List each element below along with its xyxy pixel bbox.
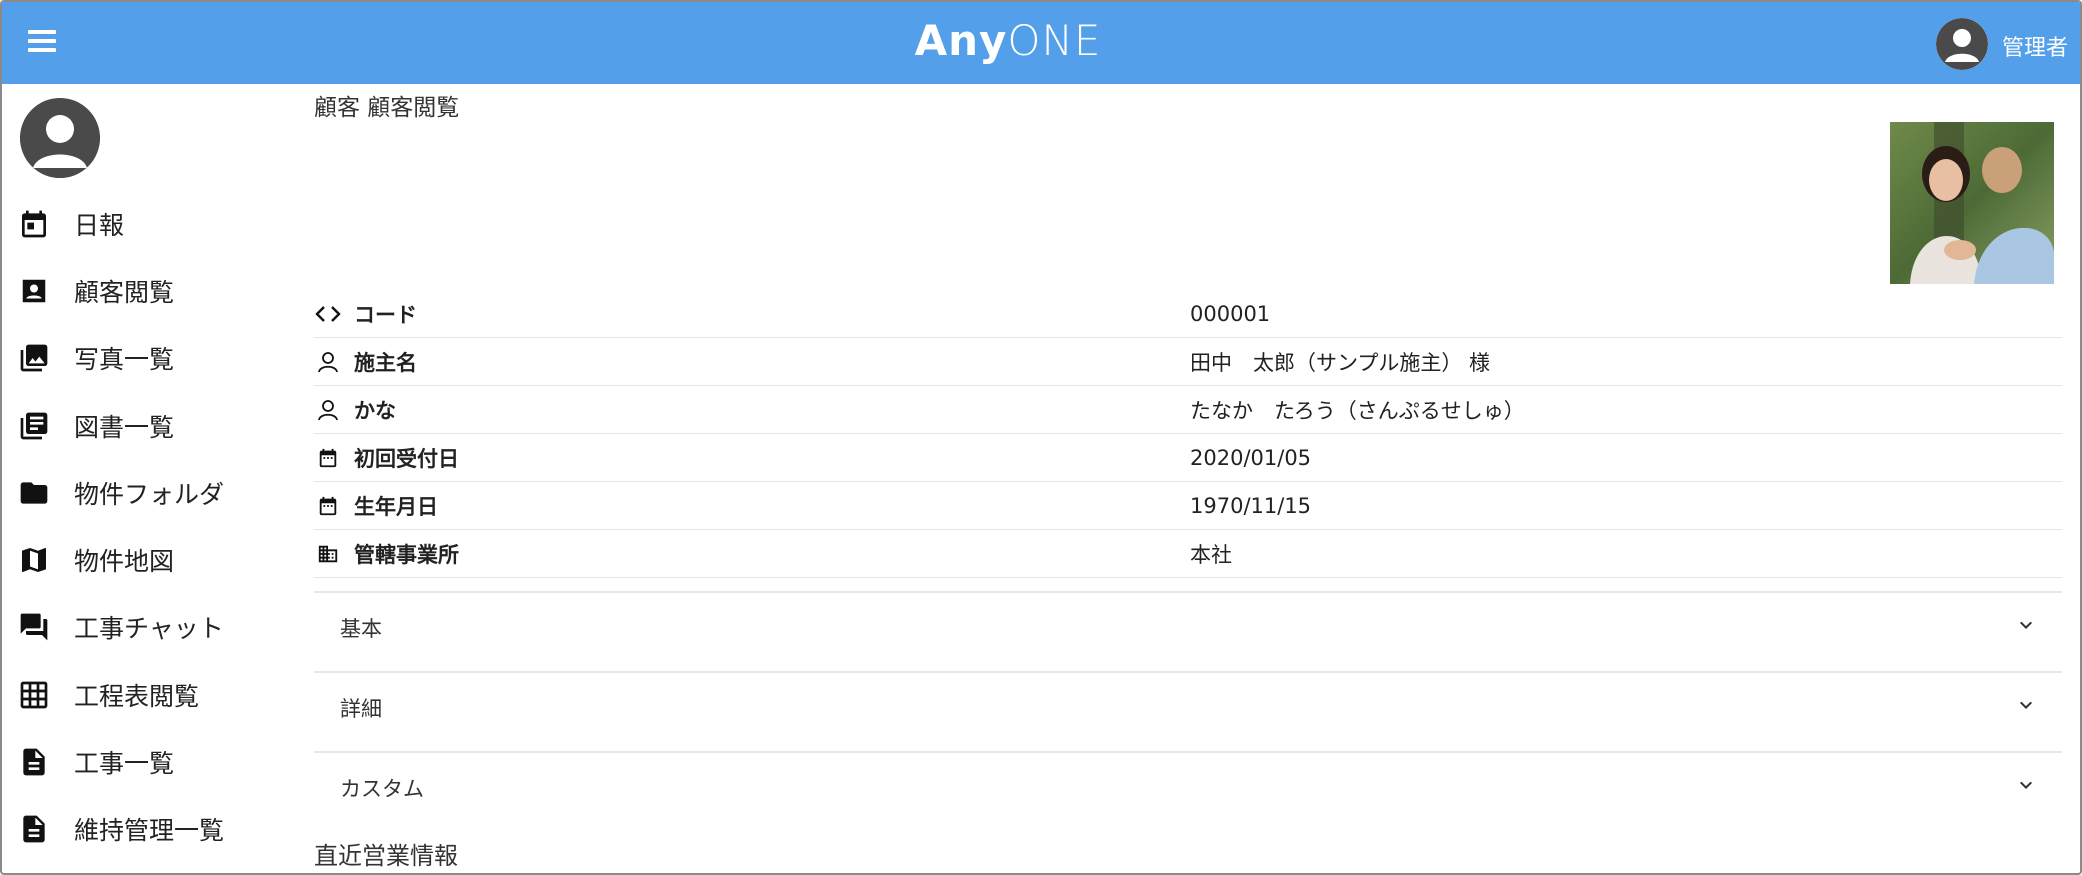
app-window: AnyONE 管理者 日報 顧客閲覧 写真一覧 図書一覧 物件フォルダ 物件地図… xyxy=(0,0,2082,875)
field-label: 管轄事業所 xyxy=(354,542,459,567)
sidebar-item-label: 物件フォルダ xyxy=(74,479,225,509)
sidebar-item-photo-list[interactable]: 写真一覧 xyxy=(2,325,302,392)
contact-card-icon xyxy=(16,273,52,309)
person-icon xyxy=(314,396,342,424)
accordion-label: 詳細 xyxy=(340,697,382,721)
field-label: 生年月日 xyxy=(354,494,438,519)
chevron-down-icon xyxy=(2014,613,2038,637)
customer-detail-table: コード 000001 施主名 田中 太郎（サンプル施主） 様 かな たなか たろ… xyxy=(314,290,2062,578)
sidebar-item-daily-report[interactable]: 日報 xyxy=(2,190,302,257)
chevron-down-icon xyxy=(2014,773,2038,797)
profile-avatar-icon xyxy=(20,98,100,178)
field-label: 施主名 xyxy=(354,350,417,375)
sidebar-item-label: 図書一覧 xyxy=(74,412,175,442)
field-row-kana: かな たなか たろう（さんぷるせしゅ） xyxy=(314,386,2062,434)
sidebar-item-book-list[interactable]: 図書一覧 xyxy=(2,392,302,459)
document-icon xyxy=(16,811,52,847)
photo-library-icon xyxy=(16,340,52,376)
sidebar-item-label: 顧客閲覧 xyxy=(74,277,175,307)
field-key: かな xyxy=(314,395,1190,425)
field-value: 田中 太郎（サンプル施主） 様 xyxy=(1190,350,1491,375)
field-row-code: コード 000001 xyxy=(314,290,2062,338)
field-value: 000001 xyxy=(1190,301,1271,326)
sidebar-item-label: 日報 xyxy=(74,210,125,240)
field-key: 生年月日 xyxy=(314,491,1190,521)
field-label: 初回受付日 xyxy=(354,446,459,471)
field-value: 2020/01/05 xyxy=(1190,445,1312,470)
field-key: コード xyxy=(314,299,1190,329)
accordion-label: カスタム xyxy=(340,777,424,801)
field-label: かな xyxy=(354,398,396,423)
field-row-office: 管轄事業所 本社 xyxy=(314,530,2062,578)
sidebar-item-property-folder[interactable]: 物件フォルダ xyxy=(2,459,302,526)
folder-icon xyxy=(16,475,52,511)
grid-icon xyxy=(16,677,52,713)
sidebar-item-label: 工程表閲覧 xyxy=(74,681,200,711)
field-value: 本社 xyxy=(1190,542,1232,567)
accordion-details[interactable]: 詳細 xyxy=(314,671,2062,751)
sidebar-item-maintenance-list[interactable]: 維持管理一覧 xyxy=(2,796,302,863)
user-avatar-icon[interactable] xyxy=(1936,18,1988,70)
sidebar-item-property-map[interactable]: 物件地図 xyxy=(2,526,302,593)
sidebar-item-label: 物件地図 xyxy=(74,547,175,577)
field-row-first-reception-date: 初回受付日 2020/01/05 xyxy=(314,434,2062,482)
logo-bold: Any xyxy=(914,16,1008,65)
accordion-basic[interactable]: 基本 xyxy=(314,591,2062,671)
field-key: 初回受付日 xyxy=(314,443,1190,473)
sidebar-item-customer-view[interactable]: 顧客閲覧 xyxy=(2,257,302,324)
sidebar-item-label: 工事一覧 xyxy=(74,749,175,779)
user-name[interactable]: 管理者 xyxy=(2002,30,2068,62)
sidebar-item-construction-chat[interactable]: 工事チャット xyxy=(2,594,302,661)
sidebar-item-label: 写真一覧 xyxy=(74,345,175,375)
logo-light: ONE xyxy=(1007,16,1102,65)
field-row-birth-date: 生年月日 1970/11/15 xyxy=(314,482,2062,530)
chevron-down-icon xyxy=(2014,693,2038,717)
person-icon xyxy=(314,348,342,376)
building-icon xyxy=(314,540,342,568)
code-icon xyxy=(314,300,342,328)
top-app-bar: AnyONE 管理者 xyxy=(2,2,2080,84)
sidebar-item-construction-list[interactable]: 工事一覧 xyxy=(2,728,302,795)
document-icon xyxy=(16,744,52,780)
field-row-owner-name: 施主名 田中 太郎（サンプル施主） 様 xyxy=(314,338,2062,386)
field-key: 施主名 xyxy=(314,347,1190,377)
field-label: コード xyxy=(354,302,417,327)
calendar-icon xyxy=(16,206,52,242)
map-icon xyxy=(16,542,52,578)
sidebar-item-schedule-view[interactable]: 工程表閲覧 xyxy=(2,661,302,728)
recent-sales-info-title: 直近営業情報 xyxy=(314,842,458,870)
accordion-custom[interactable]: カスタム xyxy=(314,751,2062,831)
sidebar-item-label: 維持管理一覧 xyxy=(74,816,225,846)
chat-icon xyxy=(16,609,52,645)
calendar-icon xyxy=(314,444,342,472)
field-key: 管轄事業所 xyxy=(314,539,1190,569)
library-books-icon xyxy=(16,408,52,444)
field-value: 1970/11/15 xyxy=(1190,493,1312,518)
field-value: たなか たろう（さんぷるせしゅ） xyxy=(1190,398,1525,423)
app-logo: AnyONE xyxy=(2,16,2014,65)
page-title: 顧客 顧客閲覧 xyxy=(314,95,460,121)
sidebar-nav: 日報 顧客閲覧 写真一覧 図書一覧 物件フォルダ 物件地図 工事チャット 工程表… xyxy=(2,190,302,863)
sidebar-item-label: 工事チャット xyxy=(74,614,224,644)
accordion-label: 基本 xyxy=(340,617,382,641)
customer-photo xyxy=(1890,122,2054,284)
calendar-icon xyxy=(314,492,342,520)
